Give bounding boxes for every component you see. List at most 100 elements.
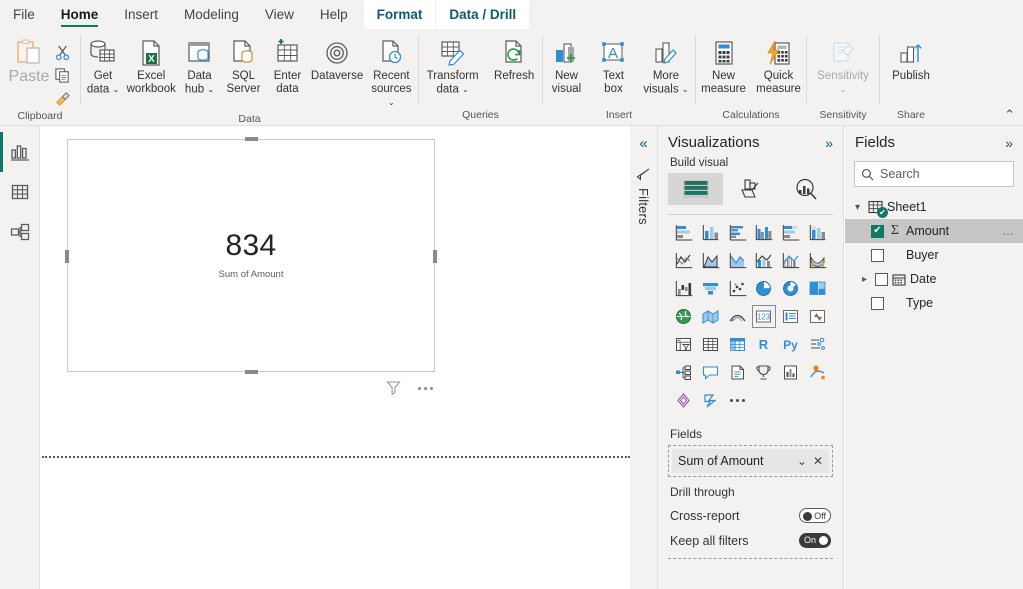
visual-type-100-percent-stacked-bar-chart[interactable]: [777, 220, 804, 245]
chevron-down-icon[interactable]: ▾: [851, 202, 864, 213]
visual-type-line-chart[interactable]: [670, 248, 697, 273]
menu-tab-insert[interactable]: Insert: [111, 0, 171, 29]
visual-type-key-influencers-visual[interactable]: [804, 332, 831, 357]
more-visuals-button[interactable]: More visuals ⌄: [638, 34, 693, 99]
field-row-date[interactable]: ▸ Date: [845, 267, 1023, 291]
chevron-down-icon[interactable]: ⌄: [462, 85, 469, 94]
visual-type-map-visual[interactable]: [670, 304, 697, 329]
chevron-down-icon[interactable]: ⌄: [112, 85, 119, 94]
field-row-buyer[interactable]: Buyer: [845, 243, 1023, 267]
visual-type-python-visual[interactable]: Py: [777, 332, 804, 357]
field-checkbox-type[interactable]: [871, 296, 884, 310]
sidebar-item-model-view[interactable]: [0, 212, 40, 252]
field-checkbox-buyer[interactable]: [871, 248, 884, 262]
chevron-down-icon[interactable]: ⌄: [797, 454, 807, 468]
menu-tab-home[interactable]: Home: [48, 0, 112, 29]
visual-type-stacked-column-chart[interactable]: [697, 220, 724, 245]
field-row-amount[interactable]: Σ Amount …: [845, 219, 1023, 243]
filters-pane-collapsed[interactable]: « Filters: [630, 126, 658, 589]
cut-button[interactable]: [50, 41, 74, 63]
visual-type-power-automate-visual[interactable]: [697, 388, 724, 413]
quick-measure-button[interactable]: Quick measure: [751, 34, 806, 98]
visual-type-q-and-a-visual[interactable]: [697, 360, 724, 385]
menu-tab-format[interactable]: Format: [363, 0, 436, 29]
resize-handle-bottom[interactable]: [245, 370, 258, 374]
visual-type-100-percent-stacked-column-chart[interactable]: [804, 220, 831, 245]
excel-workbook-button[interactable]: X Excel workbook: [125, 34, 177, 98]
field-checkbox-amount[interactable]: [871, 224, 884, 238]
cross-report-toggle[interactable]: Off: [799, 508, 831, 523]
publish-button[interactable]: Publish: [887, 34, 935, 85]
sidebar-item-data-view[interactable]: [0, 172, 40, 212]
chevron-down-icon[interactable]: ⌄: [207, 85, 214, 94]
visual-type-kpi-visual[interactable]: [804, 304, 831, 329]
visual-type-pie-chart[interactable]: [751, 276, 778, 301]
filter-button[interactable]: [383, 379, 403, 397]
keep-all-filters-toggle[interactable]: On: [799, 533, 831, 548]
build-visual-tab[interactable]: [668, 173, 723, 205]
visual-type-filled-map-visual[interactable]: [697, 304, 724, 329]
refresh-button[interactable]: Refresh: [489, 34, 539, 85]
visual-type-clustered-bar-chart[interactable]: [724, 220, 751, 245]
visual-type-decomposition-tree-visual[interactable]: [670, 360, 697, 385]
fields-table-sheet1[interactable]: ▾ ✔ Sheet1: [845, 195, 1023, 219]
visual-type-scatter-chart[interactable]: [724, 276, 751, 301]
visual-type-line-and-stacked-column-chart[interactable]: [751, 248, 778, 273]
format-painter-button[interactable]: [50, 87, 74, 109]
resize-handle-right[interactable]: [433, 249, 437, 263]
text-box-button[interactable]: A Text box: [591, 34, 635, 98]
menu-tab-modeling[interactable]: Modeling: [171, 0, 252, 29]
resize-handle-left[interactable]: [65, 249, 69, 263]
visual-type-azure-map-visual[interactable]: [724, 304, 751, 329]
dataverse-button[interactable]: Dataverse: [309, 34, 364, 85]
chevron-double-right-icon[interactable]: »: [825, 135, 833, 151]
paste-button[interactable]: Paste: [8, 38, 50, 86]
close-icon[interactable]: ✕: [813, 454, 823, 468]
chevron-right-icon[interactable]: ▸: [858, 274, 871, 285]
field-more-options-amount[interactable]: …: [1002, 224, 1015, 238]
more-options-button[interactable]: [415, 379, 435, 397]
visual-type-card-visual[interactable]: 123: [751, 304, 778, 329]
chevron-down-icon[interactable]: ⌄: [388, 98, 395, 107]
search-input[interactable]: Search: [854, 161, 1014, 187]
visual-type-stacked-bar-chart[interactable]: [670, 220, 697, 245]
sidebar-item-report-view[interactable]: [0, 132, 40, 172]
visual-type-area-chart[interactable]: [697, 248, 724, 273]
card-visual[interactable]: 834 Sum of Amount: [67, 139, 435, 372]
menu-tab-help[interactable]: Help: [307, 0, 361, 29]
enter-data-button[interactable]: Enter data: [265, 34, 309, 98]
new-measure-button[interactable]: New measure: [696, 34, 751, 98]
menu-tab-data-drill[interactable]: Data / Drill: [436, 0, 530, 29]
transform-data-button[interactable]: Transform data ⌄: [422, 34, 484, 99]
get-data-button[interactable]: Get data ⌄: [81, 34, 125, 99]
more-visuals-ellipsis[interactable]: [724, 388, 751, 413]
menu-tab-view[interactable]: View: [252, 0, 307, 29]
visual-type-slicer-visual[interactable]: [670, 332, 697, 357]
resize-handle-top[interactable]: [245, 137, 258, 141]
data-hub-button[interactable]: Data hub ⌄: [177, 34, 221, 99]
format-visual-tab[interactable]: [723, 173, 778, 205]
report-canvas[interactable]: 834 Sum of Amount: [41, 126, 630, 589]
new-visual-button[interactable]: New visual: [544, 34, 588, 98]
visual-type-waterfall-chart[interactable]: [670, 276, 697, 301]
visual-type-r-script-visual[interactable]: R: [751, 332, 778, 357]
sql-server-button[interactable]: SQL Server: [221, 34, 265, 98]
chevron-down-icon[interactable]: ⌄: [682, 85, 689, 94]
analytics-tab[interactable]: [778, 173, 833, 205]
fields-well[interactable]: Sum of Amount ⌄ ✕: [668, 445, 833, 477]
recent-sources-button[interactable]: Recent sources ⌄: [365, 34, 418, 112]
visual-type-arcgis-maps-visual[interactable]: [804, 360, 831, 385]
chevron-double-left-icon[interactable]: «: [639, 136, 647, 151]
visual-type-line-and-clustered-column-chart[interactable]: [777, 248, 804, 273]
visual-type-funnel-chart[interactable]: [697, 276, 724, 301]
field-chip-sum-of-amount[interactable]: Sum of Amount ⌄ ✕: [672, 449, 829, 473]
visual-type-power-apps-visual[interactable]: [670, 388, 697, 413]
visual-type-narrative-visual[interactable]: [724, 360, 751, 385]
visual-type-treemap-chart[interactable]: [804, 276, 831, 301]
visual-type-metrics-visual[interactable]: [751, 360, 778, 385]
menu-tab-file[interactable]: File: [0, 0, 48, 29]
chevron-double-right-icon[interactable]: »: [1005, 135, 1013, 151]
drill-through-well[interactable]: [668, 558, 833, 559]
visual-type-matrix-visual[interactable]: [724, 332, 751, 357]
copy-button[interactable]: [50, 64, 74, 86]
